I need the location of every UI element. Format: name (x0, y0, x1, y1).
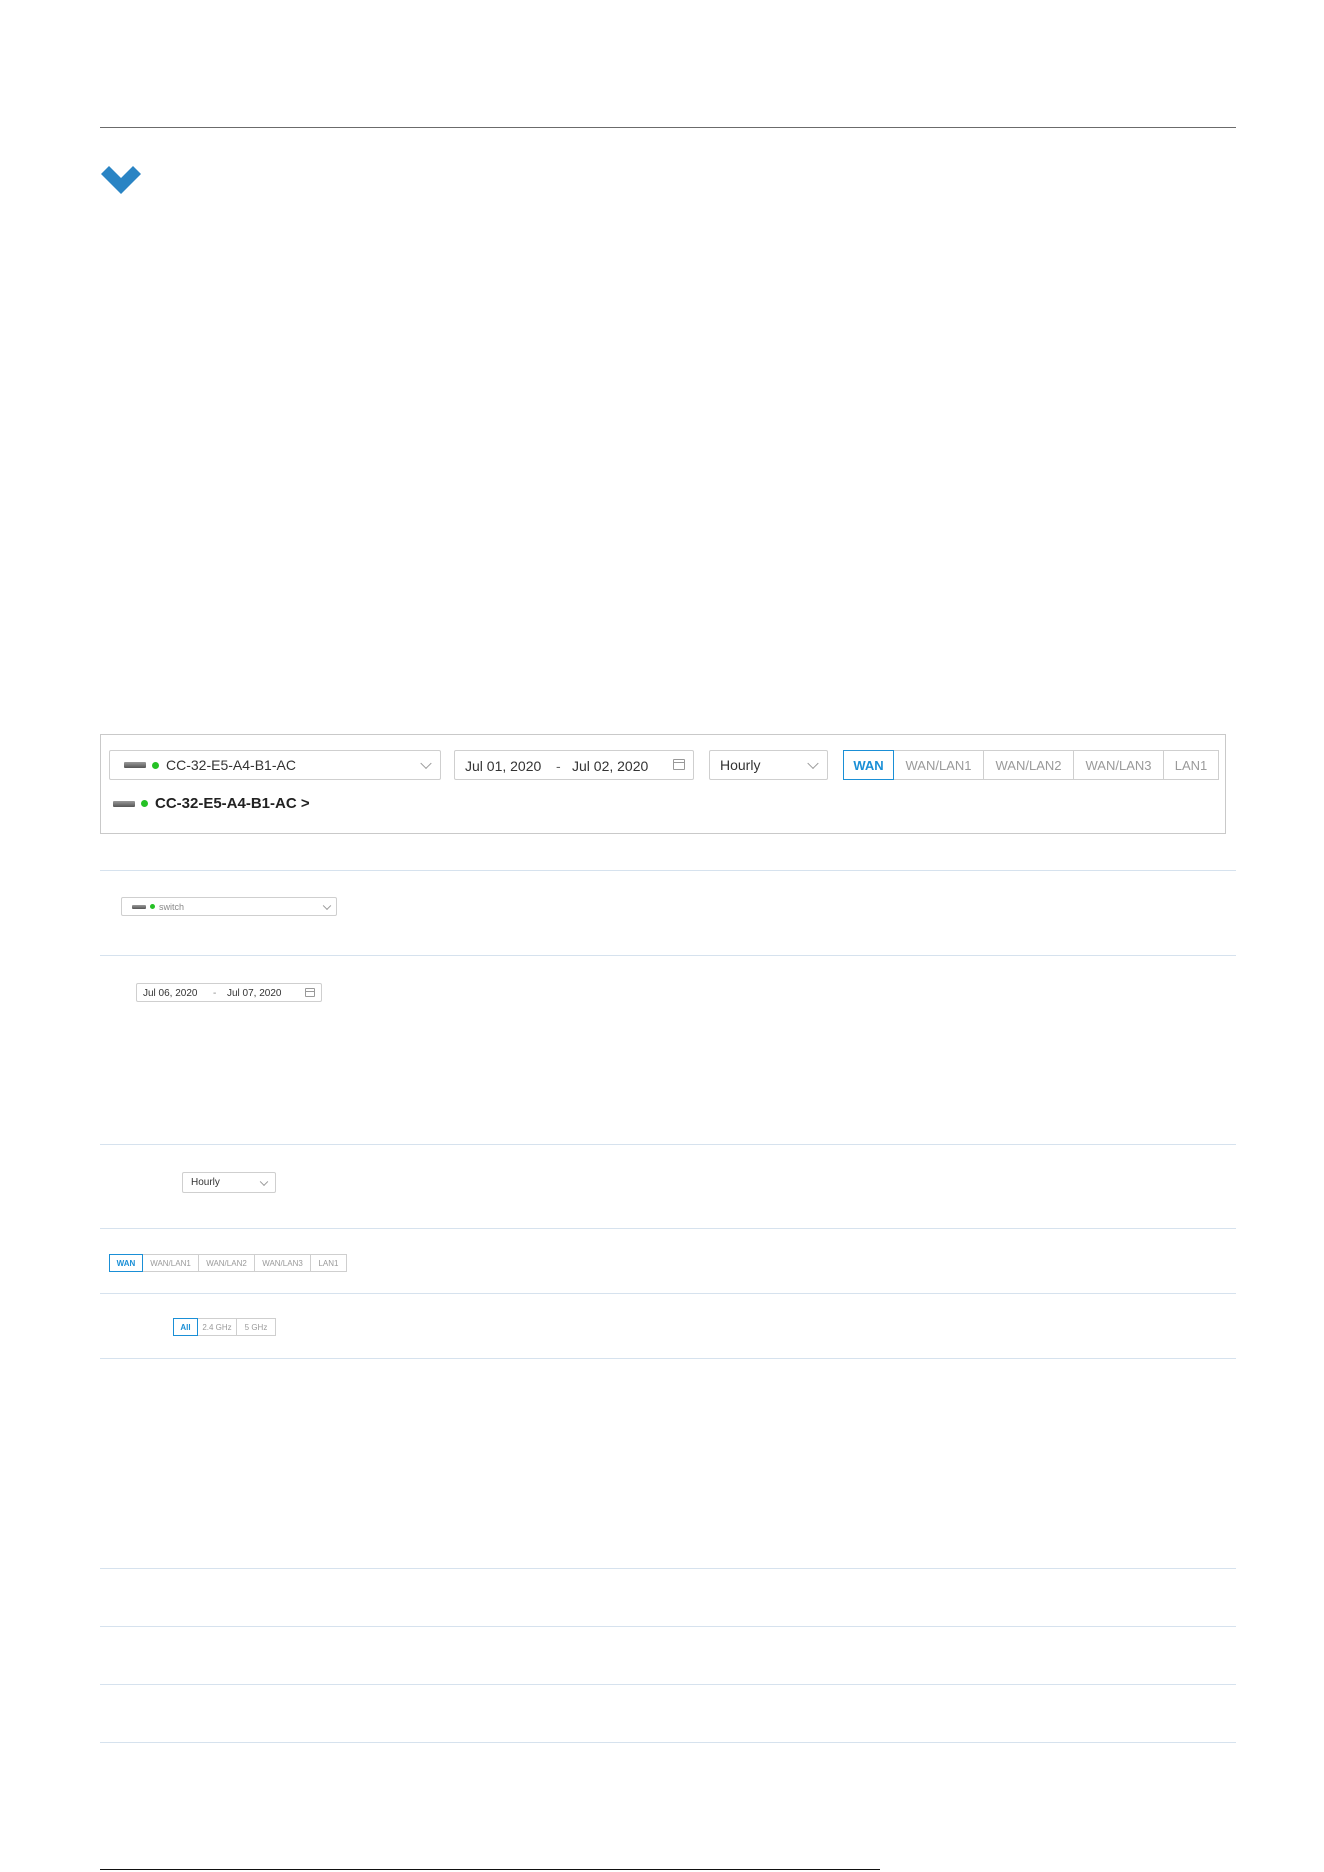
top-divider (100, 127, 1236, 128)
row-divider (100, 1358, 1236, 1359)
date-separator: - (556, 758, 561, 774)
row-divider (100, 1293, 1236, 1294)
tab-wan-lan3[interactable]: WAN/LAN3 (1073, 750, 1164, 780)
row-divider (100, 955, 1236, 956)
tab-wan[interactable]: WAN (109, 1254, 143, 1272)
tab-wan-lan3[interactable]: WAN/LAN3 (254, 1254, 311, 1272)
device-select[interactable]: CC-32-E5-A4-B1-AC (109, 750, 441, 780)
date-from[interactable]: Jul 01, 2020 (465, 758, 541, 774)
chevron-down-icon (322, 901, 332, 910)
tab-lan1[interactable]: LAN1 (1163, 750, 1219, 780)
chevron-down-icon (807, 757, 819, 770)
row-divider (100, 1684, 1236, 1685)
tab-all[interactable]: All (173, 1318, 198, 1336)
tab-wan-lan2[interactable]: WAN/LAN2 (198, 1254, 255, 1272)
device-icon (113, 800, 135, 807)
row-divider (100, 1144, 1236, 1145)
chevron-down-icon[interactable] (99, 164, 143, 198)
row-divider (100, 1228, 1236, 1229)
interval-select-value: Hourly (191, 1177, 220, 1188)
interval-select-value: Hourly (720, 757, 761, 773)
tab-wan-lan1[interactable]: WAN/LAN1 (893, 750, 984, 780)
row-divider (100, 870, 1236, 871)
switch-select-value: switch (159, 901, 185, 912)
date-to[interactable]: Jul 02, 2020 (572, 758, 648, 774)
interval-select[interactable]: Hourly (709, 750, 828, 780)
calendar-icon[interactable] (305, 988, 315, 997)
tab-wan-lan1[interactable]: WAN/LAN1 (142, 1254, 199, 1272)
status-dot (152, 761, 159, 769)
band-tabs: All 2.4 GHz 5 GHz (173, 1318, 276, 1336)
calendar-icon[interactable] (673, 759, 685, 770)
date-range-picker[interactable]: Jul 01, 2020 - Jul 02, 2020 (454, 750, 694, 780)
date-separator: - (213, 988, 217, 999)
date-range-picker-small[interactable]: Jul 06, 2020 - Jul 07, 2020 (136, 983, 322, 1002)
chevron-down-icon (420, 757, 432, 770)
port-tabs-small: WAN WAN/LAN1 WAN/LAN2 WAN/LAN3 LAN1 (109, 1254, 347, 1272)
tab-lan1[interactable]: LAN1 (310, 1254, 347, 1272)
tab-2-4ghz[interactable]: 2.4 GHz (197, 1318, 237, 1336)
interval-select-small[interactable]: Hourly (182, 1172, 276, 1193)
tab-5ghz[interactable]: 5 GHz (236, 1318, 276, 1336)
tab-wan-lan2[interactable]: WAN/LAN2 (983, 750, 1074, 780)
chevron-down-icon (259, 1177, 269, 1186)
row-divider (100, 1568, 1236, 1569)
switch-select[interactable]: switch (121, 897, 337, 916)
device-icon (124, 762, 146, 768)
row-divider (100, 1626, 1236, 1627)
footer-rule (100, 1869, 880, 1870)
row-divider (100, 1742, 1236, 1743)
port-tabs: WAN WAN/LAN1 WAN/LAN2 WAN/LAN3 LAN1 (843, 750, 1219, 780)
device-link-label: CC-32-E5-A4-B1-AC > (155, 795, 310, 812)
device-select-value: CC-32-E5-A4-B1-AC (166, 757, 296, 773)
date-from[interactable]: Jul 06, 2020 (143, 988, 198, 999)
status-dot (150, 904, 155, 909)
tab-wan[interactable]: WAN (843, 750, 894, 780)
device-link[interactable]: CC-32-E5-A4-B1-AC > (113, 795, 310, 812)
toolbar-panel: CC-32-E5-A4-B1-AC Jul 01, 2020 - Jul 02,… (100, 734, 1226, 834)
date-to[interactable]: Jul 07, 2020 (227, 988, 282, 999)
status-dot (141, 800, 148, 807)
device-icon (132, 904, 146, 909)
